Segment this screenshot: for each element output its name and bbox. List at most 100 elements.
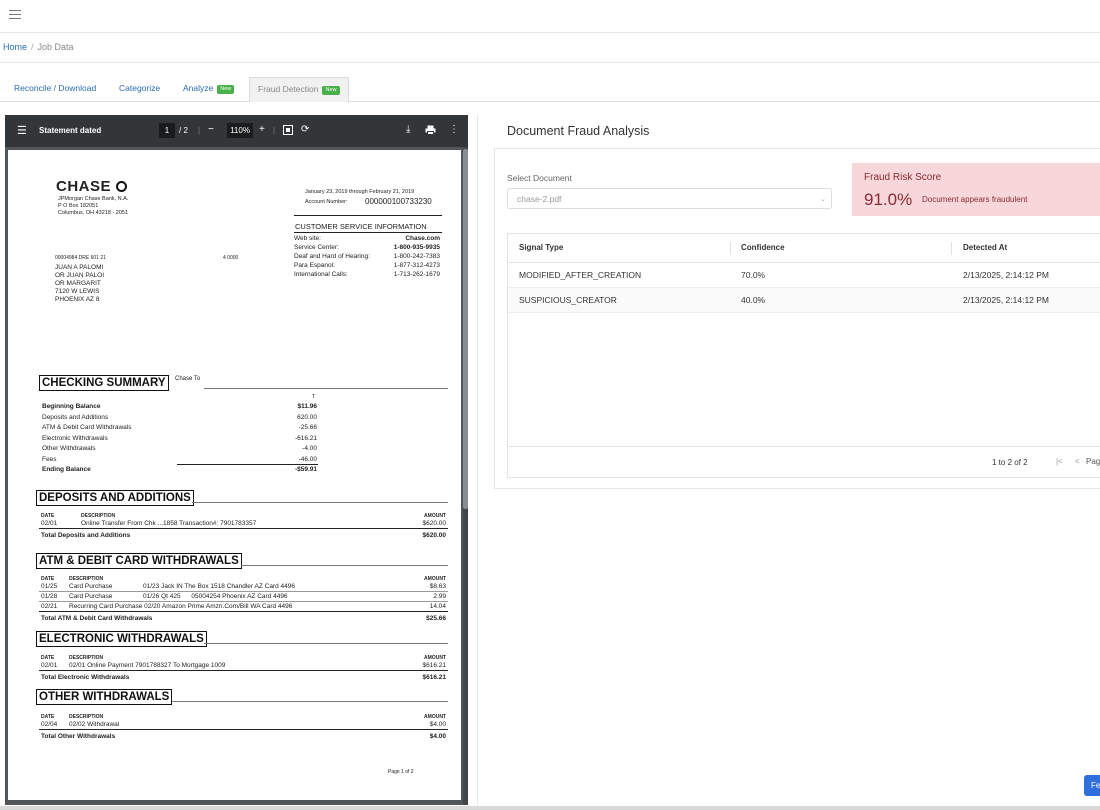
column-confidence[interactable]: Confidence — [741, 243, 785, 252]
rule — [294, 232, 442, 233]
document-select[interactable]: chase-2.pdf ⌄ — [507, 188, 832, 209]
transaction-type: Card Purchase — [69, 583, 113, 590]
print-icon[interactable] — [425, 125, 436, 137]
column-header: AMOUNT — [424, 576, 446, 582]
rule — [39, 601, 448, 602]
cs-label: International Calls: — [294, 271, 348, 278]
detected-at-cell: 2/13/2025, 2:14:12 PM — [963, 295, 1050, 305]
zoom-out-icon[interactable]: − — [208, 124, 214, 135]
summary-value: -25.66 — [298, 424, 317, 431]
zoom-level[interactable]: 110% — [227, 123, 253, 138]
column-header: DATE — [41, 576, 55, 582]
more-options-icon[interactable]: ⋮ — [449, 124, 459, 135]
cs-value: 1-713-262-1679 — [393, 271, 440, 278]
column-header: DESCRIPTION — [69, 655, 104, 661]
column-header: AMOUNT — [424, 655, 446, 661]
customer-address: OR JUAN PALOI — [55, 272, 105, 279]
transaction-description: 02/02 Withdrawal — [69, 721, 120, 728]
pdf-title: Statement dated — [39, 126, 102, 135]
confidence-cell: 40.0% — [741, 295, 766, 305]
rule — [39, 591, 448, 592]
breadcrumb-home[interactable]: Home — [3, 42, 27, 52]
column-separator[interactable] — [730, 242, 731, 255]
panel-divider[interactable] — [477, 115, 478, 810]
rule — [39, 670, 448, 671]
rule — [294, 215, 442, 216]
electronic-withdrawals-title: ELECTRONIC WITHDRAWALS — [36, 631, 207, 647]
deposits-title: DEPOSITS AND ADDITIONS — [36, 490, 194, 506]
summary-value: $11.96 — [297, 403, 317, 410]
transaction-date: 01/28 — [41, 593, 58, 600]
transaction-date: 01/25 — [41, 583, 58, 590]
table-row[interactable]: MODIFIED_AFTER_CREATION 70.0% 2/13/2025,… — [508, 263, 1100, 288]
bank-name: CHASE — [56, 178, 112, 195]
table-row[interactable]: SUSPICIOUS_CREATOR 40.0% 2/13/2025, 2:14… — [508, 288, 1100, 313]
tab-fraud-detection[interactable]: Fraud Detection New — [249, 77, 349, 102]
column-signal-type[interactable]: Signal Type — [519, 243, 563, 252]
separator: | — [273, 126, 276, 135]
statement-period: January 23, 2019 through February 21, 20… — [305, 189, 415, 195]
zoom-in-icon[interactable]: + — [259, 124, 265, 135]
signal-type-cell: SUSPICIOUS_CREATOR — [519, 295, 617, 305]
signals-table: Signal Type Confidence Detected At MODIF… — [507, 233, 1100, 478]
customer-service-title: CUSTOMER SERVICE INFORMATION — [295, 222, 427, 231]
table-pagination: 1 to 2 of 2 |< < Pag — [508, 446, 1100, 478]
floating-action-button[interactable]: Fe — [1084, 775, 1100, 796]
column-detected-at[interactable]: Detected At — [963, 243, 1007, 252]
pdf-viewer: ☰ Statement dated 1 / 2 | − 110% + | ⟳ ⤓… — [5, 115, 468, 805]
total-label: Total Other Withdrawals — [41, 733, 116, 740]
tab-label: Categorize — [119, 83, 161, 93]
rule — [39, 528, 448, 529]
bank-address: P O Box 182051 — [58, 203, 99, 209]
summary-label: Electronic Withdrawals — [42, 435, 108, 442]
pdf-page: CHASE JPMorgan Chase Bank, N.A. P O Box … — [8, 150, 461, 800]
menu-icon[interactable] — [9, 10, 21, 20]
rule — [241, 565, 448, 566]
transaction-date: 02/21 — [41, 603, 58, 610]
pdf-toolbar: ☰ Statement dated 1 / 2 | − 110% + | ⟳ ⤓… — [5, 115, 468, 147]
sidebar-toggle-icon[interactable]: ☰ — [17, 124, 27, 137]
scrollbar-thumb[interactable] — [463, 149, 468, 509]
column-header: AMOUNT — [424, 513, 446, 519]
pdf-scrollbar[interactable] — [463, 147, 468, 805]
summary-value: 620.00 — [297, 414, 317, 421]
tab-bar: Reconcile / Download Categorize Analyze N… — [0, 77, 1100, 102]
horizontal-scrollbar[interactable] — [0, 806, 1100, 810]
top-bar — [0, 0, 1100, 33]
checking-summary-title: CHECKING SUMMARY — [39, 375, 169, 391]
tab-reconcile-download[interactable]: Reconcile / Download — [6, 77, 104, 100]
bank-logo: CHASE — [56, 178, 127, 195]
tab-label: Reconcile / Download — [14, 83, 97, 93]
first-page-icon[interactable]: |< — [1056, 457, 1063, 466]
tab-analyze[interactable]: Analyze New — [175, 77, 242, 100]
cs-value: 1-800-935-9935 — [393, 244, 440, 251]
rotate-icon[interactable]: ⟳ — [301, 124, 309, 135]
page-number-input[interactable]: 1 — [159, 123, 175, 138]
customer-address: JUAN A PALOMI — [55, 264, 104, 271]
summary-label: Other Withdrawals — [42, 445, 96, 452]
select-label: Select Document — [507, 173, 572, 183]
download-icon[interactable]: ⤓ — [406, 124, 410, 135]
fit-page-icon[interactable] — [283, 125, 293, 137]
rule — [172, 701, 448, 702]
rule — [204, 643, 448, 644]
tab-label: Fraud Detection — [258, 84, 319, 94]
risk-status: Document appears fraudulent — [922, 195, 1028, 204]
transaction-date: 02/01 — [41, 662, 58, 669]
tab-categorize[interactable]: Categorize — [111, 77, 168, 100]
column-header: AMOUNT — [424, 714, 446, 720]
summary-label: Beginning Balance — [42, 403, 101, 410]
transaction-amount: $616.21 — [422, 662, 447, 669]
customer-address: 7120 W LEWIS — [55, 288, 100, 295]
total-value: $616.21 — [422, 674, 447, 681]
column-header: DESCRIPTION — [81, 513, 116, 519]
account-label: Account Number: — [305, 199, 348, 205]
customer-address: OR MARGARIT — [55, 280, 101, 287]
chevron-down-icon: ⌄ — [820, 196, 826, 203]
risk-score: 91.0% — [864, 190, 913, 209]
document-select-value: chase-2.pdf — [517, 194, 562, 204]
signal-type-cell: MODIFIED_AFTER_CREATION — [519, 270, 642, 280]
octagon-icon — [115, 181, 127, 192]
previous-page-icon[interactable]: < — [1075, 457, 1080, 466]
column-separator[interactable] — [951, 242, 952, 255]
